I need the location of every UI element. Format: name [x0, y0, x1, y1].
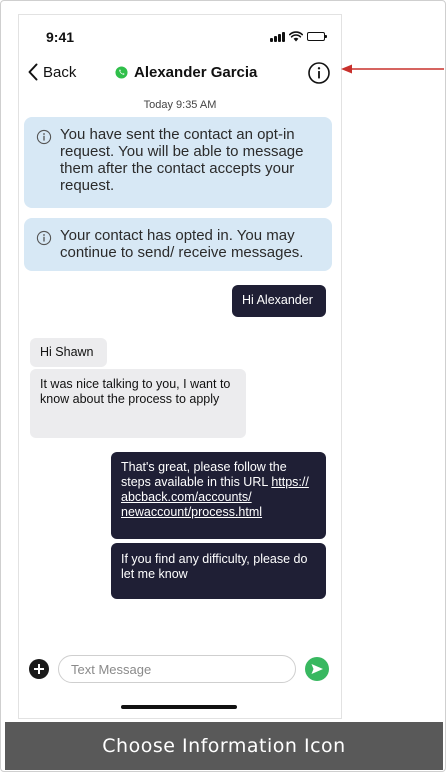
outgoing-message-bubble: That's great, please follow the steps av…	[111, 452, 326, 539]
outgoing-message-bubble: If you find any difficulty, please do le…	[111, 543, 326, 599]
conversation-header: Back Alexander Garcia	[19, 59, 341, 91]
incoming-message-bubble: It was nice talking to you, I want to kn…	[30, 369, 246, 438]
incoming-message-bubble: Hi Shawn	[30, 338, 107, 367]
phone-screen: 9:41 Back Alexander Garcia Today 9:35 AM…	[18, 14, 342, 719]
message-text: Hi Shawn	[40, 345, 94, 359]
send-arrow-icon[interactable]	[305, 657, 329, 681]
instruction-caption: Choose Information Icon	[5, 722, 443, 770]
info-icon	[36, 230, 52, 246]
info-icon	[36, 129, 52, 145]
message-text: If you find any difficulty, please do le…	[121, 552, 308, 581]
message-text: It was nice talking to you, I want to kn…	[40, 377, 231, 406]
message-composer	[19, 652, 341, 686]
back-button[interactable]: Back	[27, 63, 76, 81]
status-icons	[270, 31, 327, 42]
system-message-text: You have sent the contact an opt-in requ…	[60, 126, 304, 194]
system-message-text: Your contact has opted in. You may conti…	[60, 227, 304, 261]
info-circle-icon[interactable]	[307, 61, 331, 85]
message-text: Hi Alexander	[242, 293, 313, 307]
system-message-opted-in: Your contact has opted in. You may conti…	[24, 218, 332, 271]
system-message-opt-in-request: You have sent the contact an opt-in requ…	[24, 117, 332, 208]
text-message-input[interactable]	[58, 655, 296, 683]
outgoing-message-bubble: Hi Alexander	[232, 285, 326, 317]
signal-icon	[270, 31, 285, 42]
status-bar: 9:41	[19, 15, 341, 53]
status-time: 9:41	[46, 29, 75, 45]
plus-circle-icon[interactable]	[29, 659, 49, 679]
tutorial-frame: 9:41 Back Alexander Garcia Today 9:35 AM…	[0, 0, 446, 772]
home-indicator	[121, 705, 237, 709]
whatsapp-icon	[115, 66, 128, 79]
battery-icon	[307, 32, 327, 41]
contact-name: Alexander Garcia	[134, 64, 258, 81]
message-text: That's great, please follow the steps av…	[121, 460, 287, 489]
back-label: Back	[43, 63, 77, 81]
wifi-icon	[289, 31, 303, 42]
red-arrow-icon	[341, 64, 444, 74]
chevron-left-icon	[28, 63, 38, 81]
caption-text: Choose Information Icon	[102, 735, 346, 757]
contact-title: Alexander Garcia	[115, 64, 257, 81]
conversation-timestamp: Today 9:35 AM	[143, 99, 217, 111]
